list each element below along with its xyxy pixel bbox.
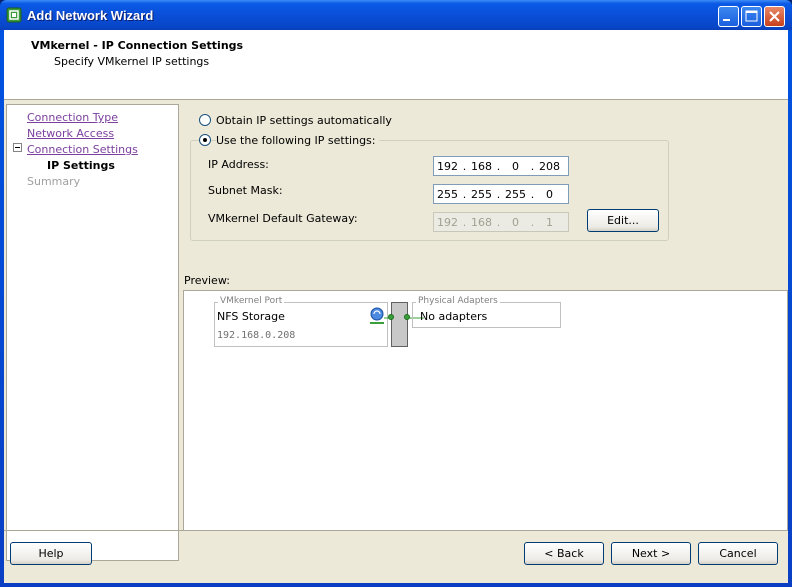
ip-address-octet-4[interactable]: 208 [536, 160, 563, 173]
ip-address-octet-1[interactable]: 192 [434, 160, 461, 173]
subnet-mask-octet-3[interactable]: 255 [502, 188, 529, 201]
maximize-button[interactable] [741, 6, 762, 27]
ip-address-octet-2[interactable]: 168 [468, 160, 495, 173]
virtual-switch-icon [391, 302, 408, 347]
physical-adapters-caption: Physical Adapters [416, 296, 500, 306]
auto-ip-radio[interactable] [199, 114, 211, 126]
port-ip: 192.168.0.208 [217, 330, 296, 341]
vmkernel-port-caption: VMkernel Port [218, 296, 285, 306]
gateway-octet-4: 1 [546, 215, 553, 229]
wizard-step-nav: Connection Type Network Access Connectio… [6, 104, 179, 561]
vmkernel-port-box: VMkernel Port NFS Storage 192.168.0.208 [214, 296, 388, 347]
cancel-button-label: Cancel [719, 547, 757, 560]
wizard-client-area: VMkernel - IP Connection Settings Specif… [4, 30, 788, 583]
ip-address-label: IP Address: [208, 158, 269, 171]
adapters-value: No adapters [420, 310, 488, 323]
nav-step-connection-settings[interactable]: Connection Settings [27, 143, 138, 156]
cancel-button[interactable]: Cancel [698, 542, 778, 565]
subnet-mask-octet-4[interactable]: 0 [536, 188, 563, 201]
vmkernel-nic-icon [370, 307, 384, 324]
title-bar[interactable]: Add Network Wizard [0, 0, 792, 30]
ip-address-octet-3[interactable]: 0 [502, 160, 529, 173]
window-title: Add Network Wizard [27, 8, 154, 23]
physical-adapters-box: Physical Adapters No adapters [412, 296, 561, 328]
nav-step-ip-settings: IP Settings [47, 159, 115, 172]
back-button-label: < Back [544, 547, 584, 560]
network-app-icon [6, 7, 22, 23]
gateway-octet-3: 0 [512, 215, 519, 229]
preview-label: Preview: [184, 274, 230, 287]
gateway-field: 192. 168. 0. 1 [433, 212, 569, 232]
next-button-label: Next > [631, 547, 671, 560]
subnet-mask-label: Subnet Mask: [208, 184, 283, 197]
close-button[interactable] [764, 6, 785, 27]
port-name: NFS Storage [217, 310, 285, 323]
back-button[interactable]: < Back [524, 542, 604, 565]
port-link-dot-icon [388, 314, 394, 320]
adapter-link-dot-icon [404, 314, 410, 320]
subnet-mask-octet-2[interactable]: 255 [468, 188, 495, 201]
nav-step-network-access[interactable]: Network Access [27, 127, 114, 140]
minimize-icon [723, 19, 730, 21]
help-button[interactable]: Help [10, 542, 92, 565]
page-title: VMkernel - IP Connection Settings [31, 39, 244, 52]
manual-ip-radio[interactable] [199, 134, 211, 146]
nav-step-summary: Summary [27, 175, 81, 188]
close-icon [769, 11, 780, 22]
manual-ip-label[interactable]: Use the following IP settings: [216, 134, 379, 147]
auto-ip-label[interactable]: Obtain IP settings automatically [216, 114, 392, 127]
maximize-icon [745, 10, 758, 22]
edit-gateway-button[interactable]: Edit... [587, 209, 659, 232]
wizard-header: VMkernel - IP Connection Settings Specif… [4, 30, 788, 100]
subnet-mask-field[interactable]: 255. 255. 255. 0 [433, 184, 569, 204]
help-button-label: Help [38, 547, 64, 560]
subnet-mask-octet-1[interactable]: 255 [434, 188, 461, 201]
ip-settings-panel: Obtain IP settings automatically Use the… [179, 104, 788, 561]
wizard-window: Add Network Wizard VMkernel - IP Connect… [0, 0, 792, 587]
collapse-toggle-icon[interactable] [13, 143, 22, 152]
gateway-octet-1: 192 [437, 215, 458, 229]
next-button[interactable]: Next > [611, 542, 691, 565]
network-preview: VMkernel Port NFS Storage 192.168.0.208 [183, 290, 788, 531]
gateway-label: VMkernel Default Gateway: [208, 212, 358, 225]
minimize-button[interactable] [718, 6, 739, 27]
ip-address-field[interactable]: 192. 168. 0. 208 [433, 156, 569, 176]
footer-divider [4, 530, 788, 531]
gateway-octet-2: 168 [471, 215, 492, 229]
nav-step-connection-type[interactable]: Connection Type [27, 111, 118, 124]
page-subtitle: Specify VMkernel IP settings [54, 55, 210, 68]
